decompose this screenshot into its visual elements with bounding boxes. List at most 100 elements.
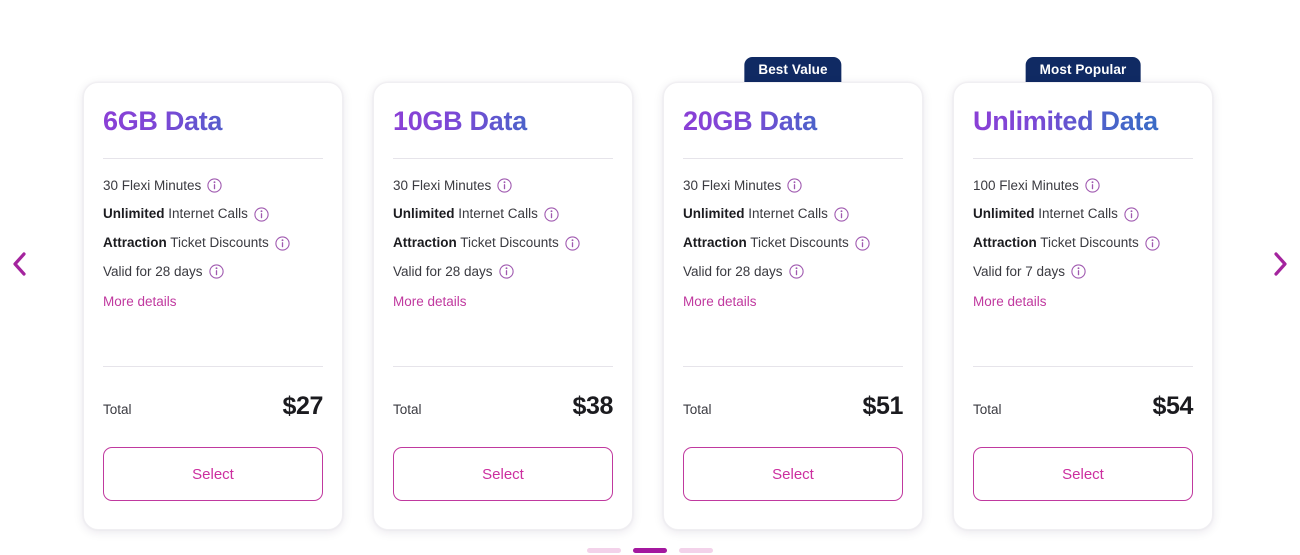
plan-feature-text: Unlimited Internet Calls — [393, 206, 538, 222]
plan-feature-text: Attraction Ticket Discounts — [973, 235, 1139, 251]
plan-feature-plain: Valid for 28 days — [393, 263, 493, 279]
info-icon[interactable] — [1145, 236, 1160, 251]
plan-total-label: Total — [683, 402, 712, 417]
info-icon[interactable] — [544, 207, 559, 222]
info-icon[interactable] — [834, 207, 849, 222]
plan-feature: Unlimited Internet Calls — [683, 206, 903, 222]
plan-card-2: 10GB Data 30 Flexi Minutes Unlimited Inter… — [373, 82, 633, 530]
info-icon[interactable] — [787, 178, 802, 193]
plan-title: Unlimited Data — [973, 106, 1193, 137]
title-divider — [683, 157, 903, 159]
info-icon[interactable] — [498, 264, 514, 279]
plan-feature-strong: Attraction — [103, 235, 167, 251]
info-icon[interactable] — [565, 236, 580, 251]
select-plan-button[interactable]: Select — [683, 447, 903, 501]
plans-carousel: 6GB Data 30 Flexi Minutes Unlimited Intern… — [0, 0, 1300, 555]
title-divider — [973, 157, 1193, 159]
select-plan-button[interactable]: Select — [973, 447, 1193, 501]
plan-total-label: Total — [103, 402, 132, 417]
plan-feature-plain: 30 Flexi Minutes — [103, 177, 202, 193]
plan-feature-strong: Unlimited — [973, 206, 1035, 222]
plan-feature-strong: Attraction — [973, 235, 1037, 251]
plan-feature-text: Valid for 28 days — [683, 264, 783, 280]
plan-feature-text: Attraction Ticket Discounts — [683, 235, 849, 251]
plan-feature: 100 Flexi Minutes — [973, 178, 1193, 194]
plan-feature-text: Valid for 7 days — [973, 264, 1065, 280]
plan-title: 20GB Data — [683, 106, 903, 137]
carousel-prev-button[interactable] — [2, 247, 36, 281]
plan-feature-strong: Attraction — [683, 235, 747, 251]
plan-feature-strong: Unlimited — [683, 206, 745, 222]
plan-feature-plain: 30 Flexi Minutes — [683, 177, 782, 193]
plan-title: 6GB Data — [103, 106, 323, 137]
plan-price: $51 — [862, 392, 903, 420]
info-icon[interactable] — [497, 178, 512, 193]
plan-feature-plain: Internet Calls — [1038, 206, 1118, 222]
info-icon[interactable] — [254, 207, 269, 222]
plan-feature: Attraction Ticket Discounts — [103, 235, 323, 251]
select-plan-button[interactable]: Select — [393, 447, 613, 501]
plan-feature: Valid for 7 days — [973, 264, 1193, 280]
info-icon[interactable] — [207, 178, 222, 193]
more-details-link[interactable]: More details — [683, 294, 903, 310]
carousel-pagination — [0, 548, 1300, 553]
info-icon[interactable] — [855, 236, 870, 251]
plan-total-label: Total — [973, 402, 1002, 417]
plan-feature: 30 Flexi Minutes — [683, 178, 903, 194]
plan-card-4: Most Popular Unlimited Data 100 Flexi Minu… — [953, 57, 1213, 530]
select-plan-button[interactable]: Select — [103, 447, 323, 501]
card-spacer — [393, 310, 613, 366]
plan-feature-list: 30 Flexi Minutes Unlimited Internet Calls… — [103, 178, 323, 280]
plan-card-body[interactable]: Unlimited Data 100 Flexi Minutes Unlimited… — [953, 82, 1213, 530]
plan-feature: 30 Flexi Minutes — [393, 178, 613, 194]
info-icon[interactable] — [788, 264, 804, 279]
plan-feature-text: 30 Flexi Minutes — [683, 178, 781, 194]
plan-feature-strong: Attraction — [393, 235, 457, 251]
chevron-right-icon — [1273, 251, 1289, 277]
pagination-bar-1[interactable] — [587, 548, 621, 553]
plan-feature-plain: 100 Flexi Minutes — [973, 177, 1079, 193]
plan-feature-text: Valid for 28 days — [393, 264, 493, 280]
plan-card-body[interactable]: 6GB Data 30 Flexi Minutes Unlimited Intern… — [83, 82, 343, 530]
plan-card-1: 6GB Data 30 Flexi Minutes Unlimited Intern… — [83, 82, 343, 530]
plan-feature-strong: Unlimited — [103, 206, 165, 222]
plan-price: $27 — [282, 392, 323, 420]
plan-total-label: Total — [393, 402, 422, 417]
plan-title: 10GB Data — [393, 106, 613, 137]
plan-feature-text: Unlimited Internet Calls — [683, 206, 828, 222]
pagination-bar-3[interactable] — [679, 548, 713, 553]
plan-feature-list: 100 Flexi Minutes Unlimited Internet Call… — [973, 178, 1193, 280]
plan-feature-plain: Internet Calls — [748, 206, 828, 222]
plan-feature-plain: Ticket Discounts — [460, 235, 559, 251]
plan-card-3: Best Value 20GB Data 30 Flexi Minutes Unlim… — [663, 57, 923, 530]
plan-feature-text: Attraction Ticket Discounts — [393, 235, 559, 251]
plan-feature: Valid for 28 days — [683, 264, 903, 280]
plan-card-body[interactable]: 20GB Data 30 Flexi Minutes Unlimited Inter… — [663, 82, 923, 530]
info-icon[interactable] — [275, 236, 290, 251]
plan-total-row: Total $51 — [683, 392, 903, 421]
plan-feature: Unlimited Internet Calls — [103, 206, 323, 222]
plan-feature-plain: Ticket Discounts — [1040, 235, 1139, 251]
plan-feature: Attraction Ticket Discounts — [973, 235, 1193, 251]
info-icon[interactable] — [1124, 207, 1139, 222]
plan-price: $38 — [572, 392, 613, 420]
more-details-link[interactable]: More details — [103, 294, 323, 310]
plan-feature: 30 Flexi Minutes — [103, 178, 323, 194]
total-divider — [103, 366, 323, 367]
plan-feature-plain: Valid for 7 days — [973, 263, 1066, 279]
plan-feature: Attraction Ticket Discounts — [393, 235, 613, 251]
plan-feature-text: Attraction Ticket Discounts — [103, 235, 269, 251]
pagination-bar-2[interactable] — [633, 548, 667, 553]
plan-feature-plain: Valid for 28 days — [103, 263, 203, 279]
info-icon[interactable] — [1085, 178, 1100, 193]
carousel-next-button[interactable] — [1264, 247, 1298, 281]
plan-feature-list: 30 Flexi Minutes Unlimited Internet Calls… — [393, 178, 613, 280]
info-icon[interactable] — [208, 264, 224, 279]
more-details-link[interactable]: More details — [973, 294, 1193, 310]
info-icon[interactable] — [1071, 264, 1086, 279]
more-details-link[interactable]: More details — [393, 294, 613, 310]
total-divider — [683, 366, 903, 367]
plan-card-body[interactable]: 10GB Data 30 Flexi Minutes Unlimited Inter… — [373, 82, 633, 530]
chevron-left-icon — [11, 251, 27, 277]
plan-feature-text: 30 Flexi Minutes — [103, 178, 201, 194]
